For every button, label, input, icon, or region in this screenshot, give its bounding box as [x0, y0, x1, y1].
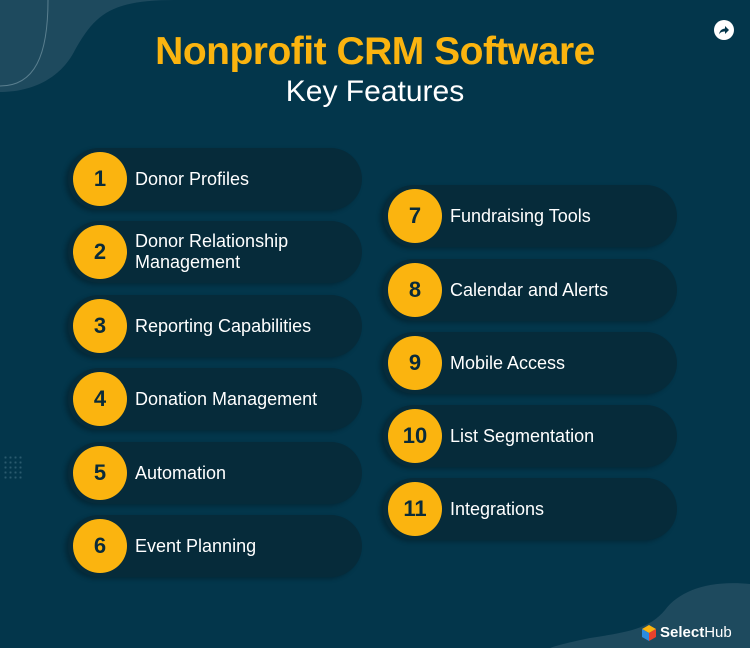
feature-number-badge: 5	[73, 446, 127, 500]
feature-label: Donor Profiles	[135, 168, 250, 189]
feature-item: 10 List Segmentation	[383, 405, 677, 467]
feature-label: Calendar and Alerts	[450, 279, 609, 300]
feature-number-badge: 7	[388, 189, 442, 243]
feature-item: 5 Automation	[68, 442, 362, 504]
feature-item: 8 Calendar and Alerts	[383, 259, 677, 321]
feature-item: 2 Donor Relationship Management	[68, 221, 362, 283]
feature-label: Automation	[135, 462, 227, 483]
feature-number-badge: 9	[388, 336, 442, 390]
feature-number-badge: 10	[388, 409, 442, 463]
feature-item: 1 Donor Profiles	[68, 148, 362, 210]
feature-label: Reporting Capabilities	[135, 315, 312, 336]
feature-label: Mobile Access	[450, 352, 566, 373]
feature-label: Donor Relationship Management	[135, 231, 289, 272]
feature-label: Event Planning	[135, 535, 257, 556]
page-title: Nonprofit CRM Software	[155, 30, 595, 73]
decorative-dots	[3, 455, 23, 481]
feature-number-badge: 4	[73, 372, 127, 426]
page-subtitle: Key Features	[285, 75, 465, 108]
selecthub-cube-icon	[642, 624, 656, 641]
feature-number-badge: 1	[73, 152, 127, 206]
feature-label: Donation Management	[135, 388, 318, 409]
feature-label: List Segmentation	[450, 425, 595, 446]
feature-number-badge: 3	[73, 299, 127, 353]
feature-number-badge: 6	[73, 519, 127, 573]
feature-item: 4 Donation Management	[68, 368, 362, 430]
feature-item: 3 Reporting Capabilities	[68, 295, 362, 357]
feature-item: 11 Integrations	[383, 478, 677, 540]
feature-label: Fundraising Tools	[450, 205, 591, 226]
feature-item: 7 Fundraising Tools	[383, 185, 677, 247]
feature-label: Integrations	[450, 498, 545, 519]
feature-number-badge: 11	[388, 482, 442, 536]
selecthub-logo: SelectHub	[642, 624, 732, 641]
feature-item: 6 Event Planning	[68, 515, 362, 577]
feature-number-badge: 2	[73, 225, 127, 279]
feature-item: 9 Mobile Access	[383, 332, 677, 394]
share-arrow-icon[interactable]	[714, 20, 734, 40]
feature-number-badge: 8	[388, 263, 442, 317]
